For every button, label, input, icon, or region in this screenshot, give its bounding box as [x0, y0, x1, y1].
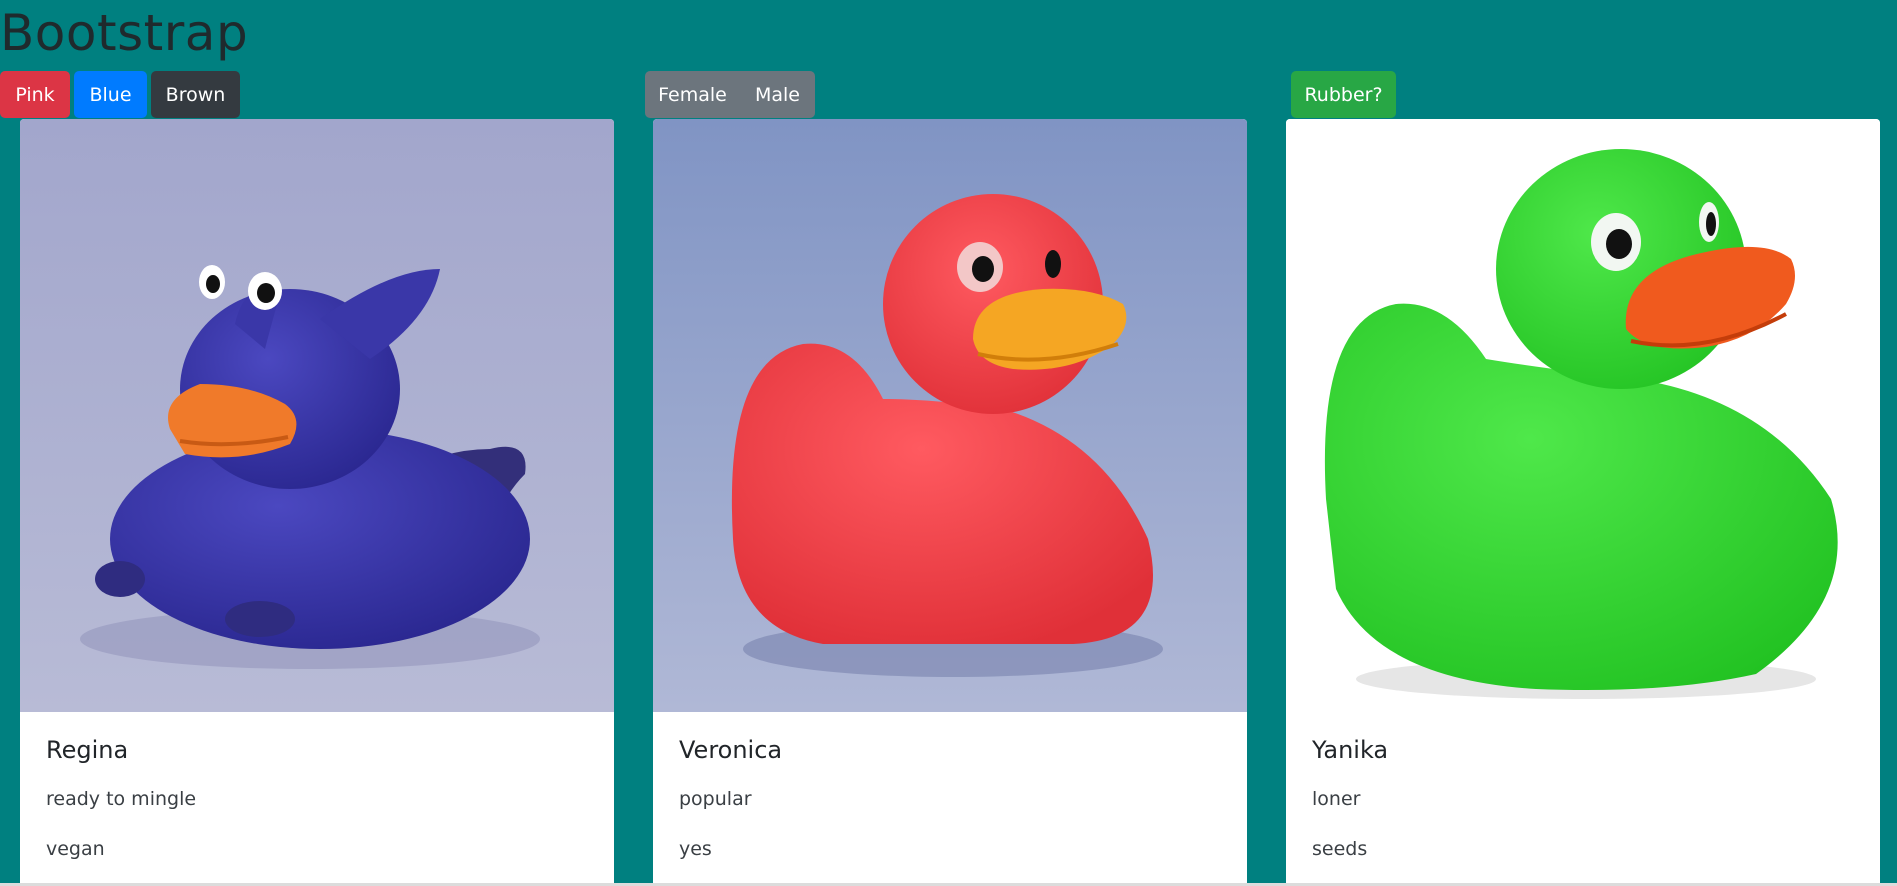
duck-image-red	[653, 119, 1247, 712]
duck-image-green	[1286, 119, 1880, 712]
card-text-status: loner	[1312, 788, 1361, 810]
color-filter-group: Pink Blue Brown	[0, 71, 240, 118]
blue-button[interactable]: Blue	[74, 71, 147, 118]
card-text-status: popular	[679, 788, 752, 810]
card-title: Yanika	[1312, 736, 1389, 764]
duck-card: Regina ready to mingle vegan	[20, 119, 614, 886]
card-text-diet: seeds	[1312, 838, 1368, 860]
male-button[interactable]: Male	[740, 71, 815, 118]
card-title: Veronica	[679, 736, 783, 764]
brown-button[interactable]: Brown	[151, 71, 240, 118]
material-filter-group: Rubber?	[1291, 71, 1396, 118]
card-title: Regina	[46, 736, 129, 764]
female-button[interactable]: Female	[645, 71, 740, 118]
page-title: Bootstrap	[0, 4, 249, 62]
pink-button[interactable]: Pink	[0, 71, 70, 118]
rubber-button[interactable]: Rubber?	[1291, 71, 1396, 118]
gender-filter-group: Female Male	[645, 71, 815, 118]
duck-card: Yanika loner seeds	[1286, 119, 1880, 886]
card-text-diet: yes	[679, 838, 712, 860]
duck-card: Veronica popular yes	[653, 119, 1247, 886]
card-text-status: ready to mingle	[46, 788, 197, 810]
duck-image-blue-bat	[20, 119, 614, 712]
card-text-diet: vegan	[46, 838, 105, 860]
